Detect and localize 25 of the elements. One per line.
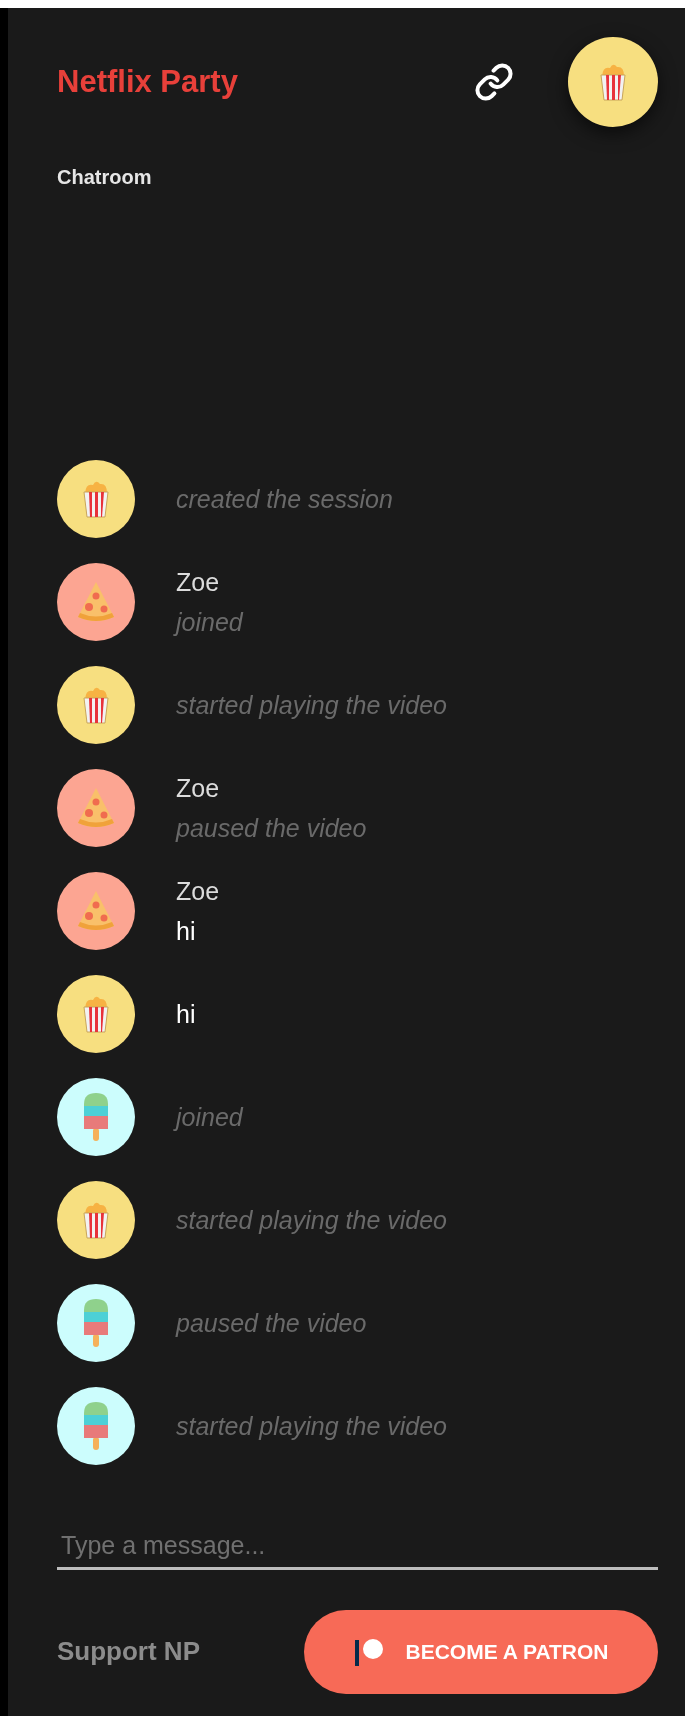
message-input[interactable]: Type a message... xyxy=(57,1527,658,1570)
popcorn-icon xyxy=(81,994,111,1034)
popsicle-icon xyxy=(82,1092,110,1142)
event-text: paused the video xyxy=(176,1308,367,1339)
user-name: Zoe xyxy=(176,567,221,598)
message-text: hi xyxy=(176,999,196,1030)
support-label: Support NP xyxy=(57,1635,200,1668)
popsicle-icon xyxy=(82,1298,110,1348)
event-text: started playing the video xyxy=(176,1411,447,1442)
popsicle-icon xyxy=(82,1401,110,1451)
user-name: Zoe xyxy=(176,876,220,907)
event-text: paused the video xyxy=(176,813,367,844)
app-title: Netflix Party xyxy=(57,62,238,101)
message-text: hi xyxy=(176,916,197,947)
user-name: Zoe xyxy=(176,773,221,804)
popcorn-icon xyxy=(81,1200,111,1240)
patron-button[interactable]: BECOME A PATRON xyxy=(304,1609,658,1694)
link-icon[interactable] xyxy=(474,62,514,102)
popcorn-icon xyxy=(81,479,111,519)
section-title: Chatroom xyxy=(57,166,152,188)
event-text: created the session xyxy=(176,484,393,515)
event-text: started playing the video xyxy=(176,1205,447,1236)
event-text: started playing the video xyxy=(176,690,447,721)
popcorn-icon xyxy=(598,62,628,102)
popcorn-icon xyxy=(81,685,111,725)
